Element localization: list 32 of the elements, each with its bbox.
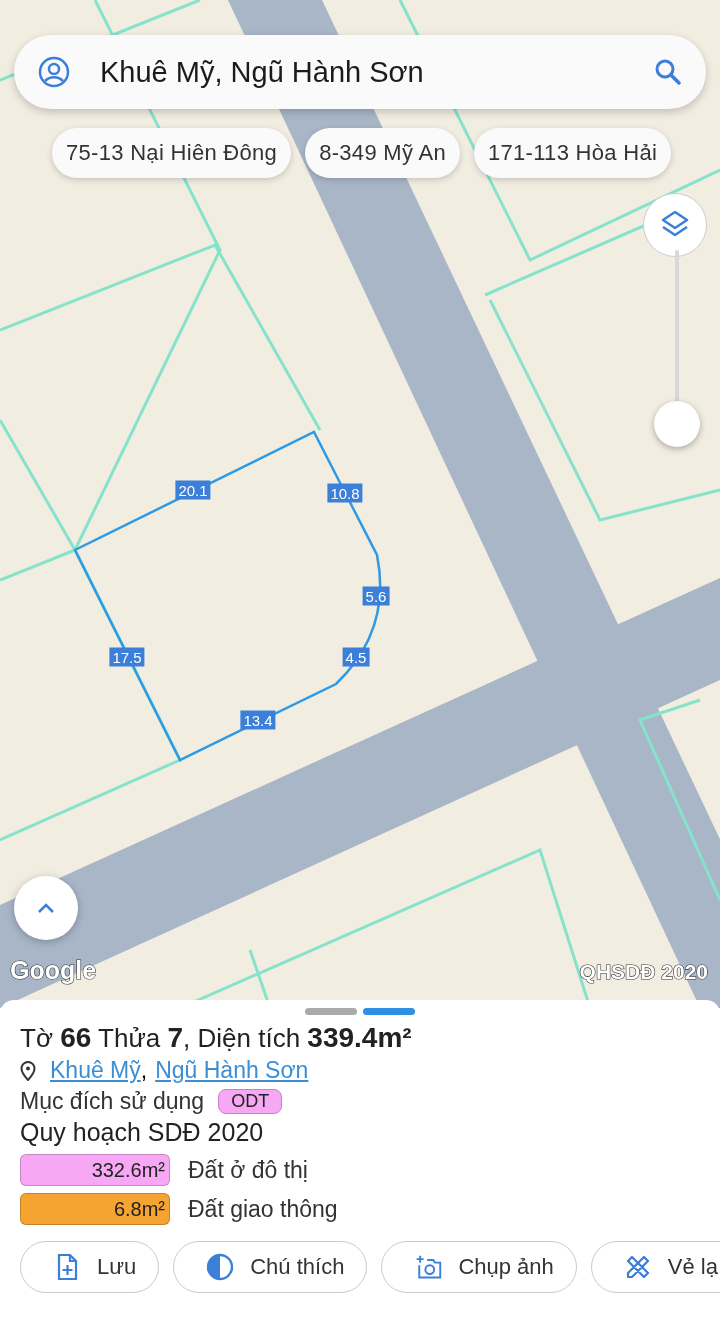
land-type-label: Đất ở đô thị bbox=[188, 1156, 308, 1184]
search-bar[interactable]: Khuê Mỹ, Ngũ Hành Sơn bbox=[14, 35, 706, 109]
edge-length-label: 13.4 bbox=[240, 710, 276, 730]
add-photo-icon bbox=[414, 1253, 443, 1281]
land-use-tag: ODT bbox=[218, 1089, 283, 1114]
area-bar: 6.8m² bbox=[20, 1193, 170, 1225]
suggestion-chip[interactable]: 171-113 Hòa Hải bbox=[474, 128, 672, 178]
edge-length-label: 5.6 bbox=[362, 586, 390, 606]
purpose-label: Mục đích sử dụng bbox=[20, 1088, 205, 1115]
action-button[interactable]: Chú thích bbox=[173, 1241, 368, 1293]
search-icon[interactable] bbox=[654, 58, 682, 86]
planning-title: Quy hoạch SDĐ 2020 bbox=[20, 1118, 265, 1147]
account-icon[interactable] bbox=[38, 56, 70, 88]
pin-icon bbox=[20, 1060, 36, 1081]
area-bar: 332.6m² bbox=[20, 1154, 170, 1186]
contrast-icon bbox=[206, 1253, 235, 1281]
edge-length-label: 10.8 bbox=[327, 483, 363, 503]
suggestion-chip[interactable]: 75-13 Nại Hiên Đông bbox=[52, 128, 292, 178]
edge-length-label: 4.5 bbox=[342, 647, 370, 667]
edge-length-label: 20.1 bbox=[175, 480, 211, 500]
edge-length-label: 17.5 bbox=[109, 647, 145, 667]
page-indicator[interactable] bbox=[363, 1008, 415, 1015]
suggestion-chip[interactable]: 8-349 Mỹ An bbox=[305, 128, 460, 178]
land-type-label: Đất giao thông bbox=[188, 1195, 338, 1223]
search-text: Khuê Mỹ, Ngũ Hành Sơn bbox=[100, 55, 425, 89]
page-indicator[interactable] bbox=[305, 1008, 357, 1015]
action-button[interactable]: Vẻ lạ bbox=[590, 1241, 720, 1293]
chevron-up-icon bbox=[37, 902, 55, 914]
separator: , bbox=[140, 1057, 148, 1084]
action-button[interactable]: Chụp ảnh bbox=[381, 1241, 577, 1293]
action-button[interactable]: Lưu bbox=[20, 1241, 160, 1293]
parcel-title: Tờ 66 Thửa 7, Diện tích 339.4m² bbox=[20, 1022, 413, 1054]
